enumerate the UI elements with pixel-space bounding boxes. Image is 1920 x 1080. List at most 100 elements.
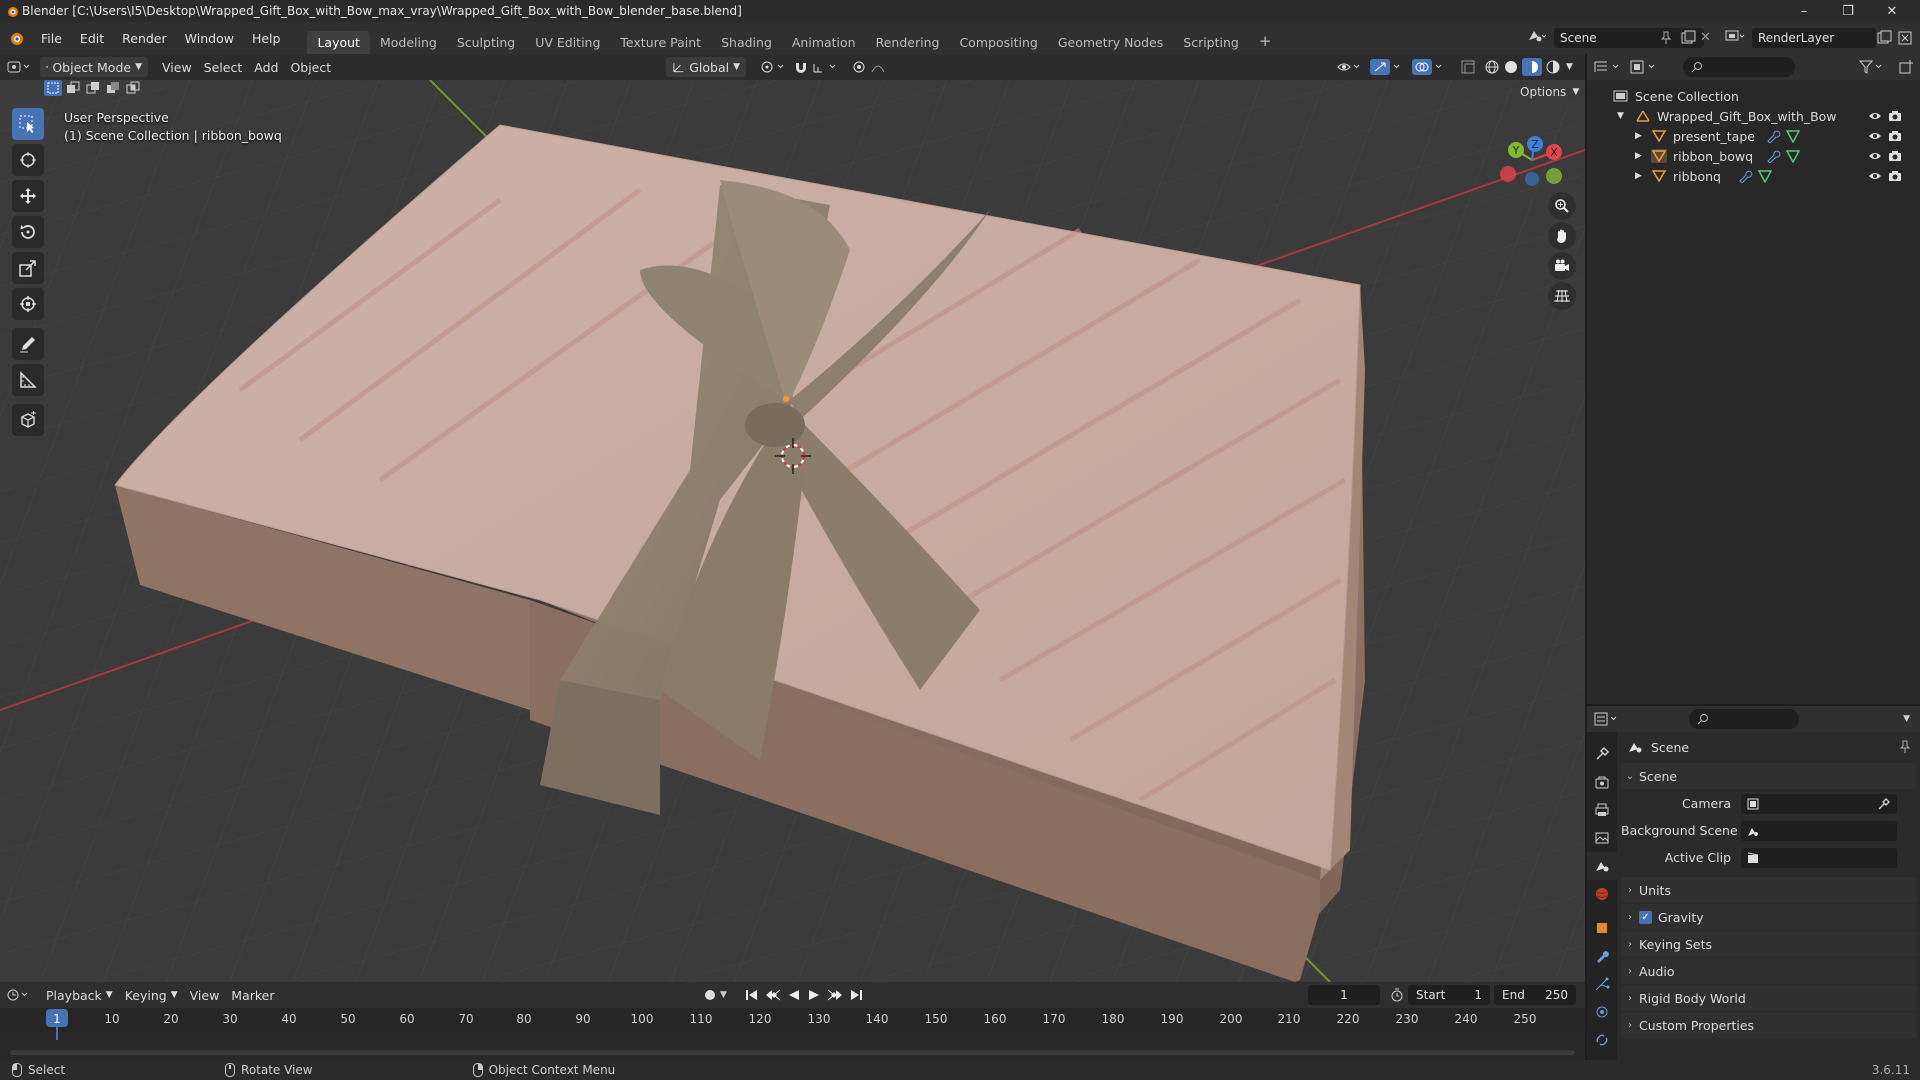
- tab-sculpting[interactable]: Sculpting: [447, 31, 525, 54]
- rendered-shading-icon[interactable]: [1545, 59, 1561, 75]
- outliner-object-row-present-tape[interactable]: ▶ present_tape: [1587, 126, 1920, 146]
- collection-row[interactable]: ▼ Wrapped_Gift_Box_with_Bow: [1587, 106, 1920, 126]
- outliner-object-row-ribbonq[interactable]: ▶ ribbonq: [1587, 166, 1920, 186]
- next-keyframe-icon[interactable]: [827, 988, 843, 1002]
- filter-icon[interactable]: [1858, 59, 1888, 75]
- outliner-object-row-ribbon-bowq[interactable]: ▶ ribbon_bowq: [1587, 146, 1920, 166]
- delete-scene-icon[interactable]: ✕: [1700, 30, 1711, 45]
- timeline-scrollbar[interactable]: [10, 1050, 1575, 1055]
- maximize-button[interactable]: ❐: [1826, 0, 1870, 22]
- active-clip-field[interactable]: [1741, 847, 1897, 868]
- gravity-checkbox[interactable]: ✓: [1639, 910, 1652, 924]
- keying-menu[interactable]: Keying ▼: [119, 985, 184, 1005]
- menu-help[interactable]: Help: [243, 31, 290, 46]
- add-workspace-button[interactable]: +: [1249, 28, 1282, 54]
- minimize-button[interactable]: –: [1782, 0, 1826, 22]
- view-layer-icon[interactable]: [1724, 28, 1746, 44]
- chevron-right-icon[interactable]: ▶: [1635, 131, 1647, 141]
- play-reverse-icon[interactable]: [787, 988, 801, 1002]
- menu-view[interactable]: View: [156, 57, 198, 77]
- mode-dropdown[interactable]: Object Mode ▼: [40, 57, 148, 77]
- zoom-view-button[interactable]: [1548, 192, 1576, 220]
- cursor-tool[interactable]: [12, 144, 44, 176]
- chevron-down-icon[interactable]: ▼: [1566, 62, 1573, 72]
- menu-window[interactable]: Window: [176, 31, 243, 46]
- audio-panel-header[interactable]: › Audio: [1621, 958, 1917, 984]
- jump-start-icon[interactable]: [745, 988, 759, 1002]
- tab-scripting[interactable]: Scripting: [1173, 31, 1249, 54]
- tab-geometry-nodes[interactable]: Geometry Nodes: [1048, 31, 1173, 54]
- new-collection-icon[interactable]: [1898, 59, 1914, 75]
- new-scene-icon[interactable]: [1680, 30, 1696, 46]
- pin-icon[interactable]: [1899, 740, 1911, 754]
- scene-collection-row[interactable]: Scene Collection: [1587, 86, 1920, 106]
- move-tool[interactable]: [12, 180, 44, 212]
- tab-particles[interactable]: [1587, 970, 1617, 998]
- snap-toggle-icon[interactable]: [788, 57, 852, 77]
- tab-uv-editing[interactable]: UV Editing: [525, 31, 610, 54]
- solid-shading-icon[interactable]: [1503, 59, 1519, 75]
- tab-tool[interactable]: [1587, 740, 1617, 768]
- tab-output[interactable]: [1587, 796, 1617, 824]
- camera-field[interactable]: [1741, 793, 1897, 814]
- close-window-button[interactable]: ✕: [1870, 0, 1914, 22]
- properties-editor-icon[interactable]: [1593, 711, 1623, 727]
- toggle-ortho-button[interactable]: [1548, 282, 1576, 310]
- display-mode-icon[interactable]: [1629, 59, 1659, 75]
- custom-properties-panel-header[interactable]: › Custom Properties: [1621, 1012, 1917, 1038]
- jump-end-icon[interactable]: [849, 988, 863, 1002]
- start-frame-field[interactable]: Start 1: [1408, 985, 1490, 1005]
- pan-view-button[interactable]: [1548, 222, 1576, 250]
- play-icon[interactable]: [807, 988, 821, 1002]
- end-frame-field[interactable]: End 250: [1494, 985, 1576, 1005]
- tab-modeling[interactable]: Modeling: [370, 31, 447, 54]
- tab-object[interactable]: [1587, 914, 1617, 942]
- add-cube-tool[interactable]: [12, 404, 44, 436]
- orientation-dropdown[interactable]: Global ▼: [666, 57, 746, 77]
- current-frame-field[interactable]: 1: [1308, 985, 1380, 1005]
- gizmo-toggle-icon[interactable]: [1364, 57, 1412, 77]
- tab-modifiers[interactable]: [1587, 942, 1617, 970]
- chevron-down-icon[interactable]: ▼: [720, 990, 727, 1000]
- tab-constraints[interactable]: [1587, 1026, 1617, 1054]
- select-invert-icon[interactable]: [104, 80, 122, 96]
- navigation-gizmo[interactable]: X Y Z: [1498, 118, 1578, 198]
- properties-search-field[interactable]: [1689, 709, 1799, 729]
- menu-render[interactable]: Render: [113, 31, 176, 46]
- remove-view-layer-icon[interactable]: [1897, 30, 1913, 46]
- timeline-view-menu[interactable]: View: [184, 985, 226, 1005]
- measure-tool[interactable]: [12, 364, 44, 396]
- proportional-editing-icon[interactable]: [846, 57, 902, 77]
- transform-tool[interactable]: [12, 288, 44, 320]
- chevron-right-icon[interactable]: ▶: [1635, 151, 1647, 161]
- select-extend-icon[interactable]: [64, 80, 82, 96]
- stopwatch-icon[interactable]: [1390, 988, 1404, 1002]
- rigid-body-world-panel-header[interactable]: › Rigid Body World: [1621, 985, 1917, 1011]
- playback-menu[interactable]: Playback ▼: [40, 985, 119, 1005]
- tab-view-layer[interactable]: [1587, 824, 1617, 852]
- options-dropdown[interactable]: Options ▼: [1512, 82, 1585, 102]
- frame-ruler[interactable]: 1 10 20 30 40 50 60 70 80 90 100 110 120…: [0, 1008, 1585, 1040]
- menu-select[interactable]: Select: [198, 57, 249, 77]
- tab-compositing[interactable]: Compositing: [949, 31, 1047, 54]
- annotate-tool[interactable]: [12, 328, 44, 360]
- chevron-right-icon[interactable]: ▶: [1635, 171, 1647, 181]
- timeline-editor-icon[interactable]: [0, 985, 40, 1005]
- tab-layout[interactable]: Layout: [307, 31, 370, 54]
- select-box-tool[interactable]: [12, 108, 44, 140]
- menu-edit[interactable]: Edit: [71, 31, 113, 46]
- units-panel-header[interactable]: › Units: [1621, 877, 1917, 903]
- select-subtract-icon[interactable]: [84, 80, 102, 96]
- record-button[interactable]: [703, 988, 717, 1002]
- menu-file[interactable]: File: [32, 31, 71, 46]
- editor-type-icon[interactable]: [0, 57, 40, 77]
- scene-selector-icon[interactable]: [1526, 28, 1546, 44]
- new-view-layer-icon[interactable]: [1876, 30, 1892, 46]
- scale-tool[interactable]: [12, 252, 44, 284]
- view-layer-field[interactable]: RenderLayer: [1752, 28, 1876, 48]
- tab-render[interactable]: [1587, 768, 1617, 796]
- prev-keyframe-icon[interactable]: [765, 988, 781, 1002]
- 3d-viewport[interactable]: User Perspective (1) Scene Collection | …: [0, 80, 1585, 982]
- tab-physics[interactable]: [1587, 998, 1617, 1026]
- outliner-editor-icon[interactable]: [1593, 59, 1623, 75]
